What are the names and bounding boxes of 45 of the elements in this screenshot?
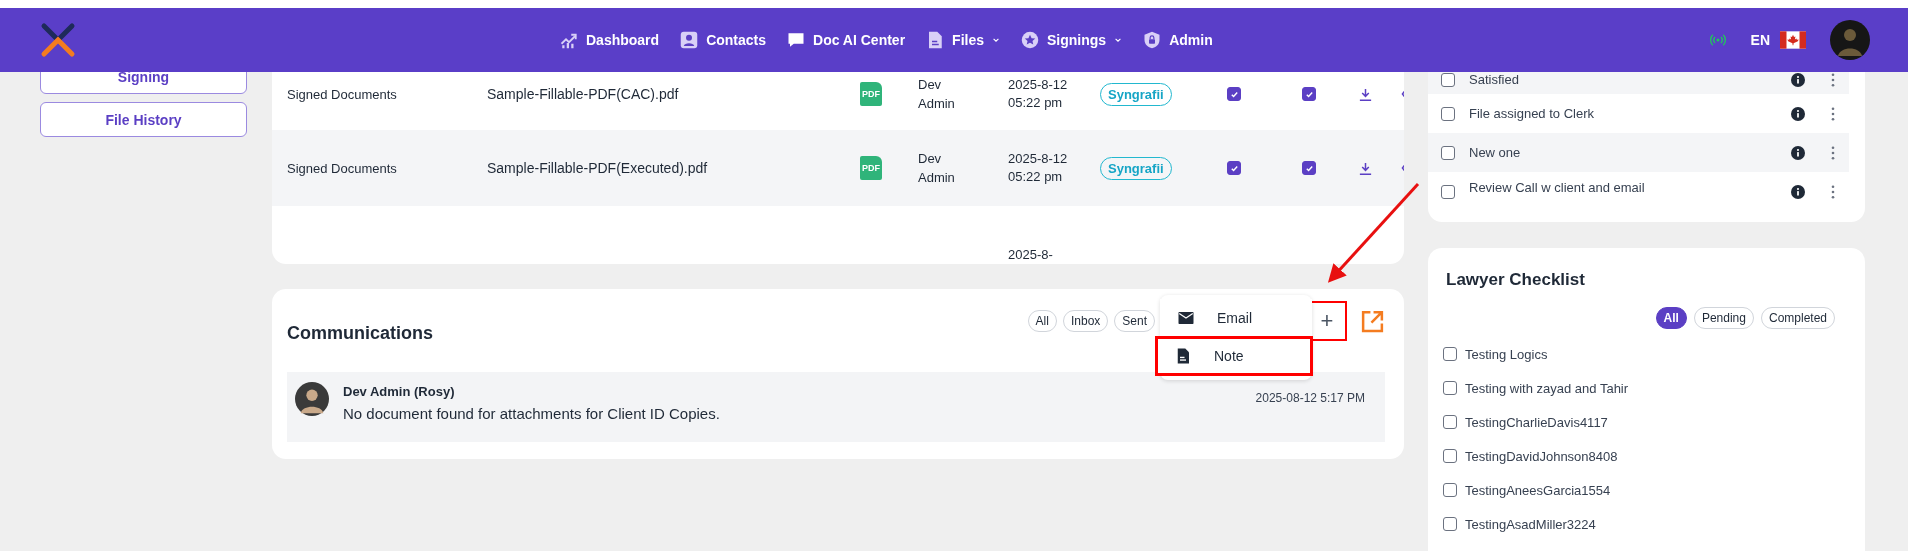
nav-link[interactable]: Files (926, 31, 1000, 49)
message-time: 2025-08-12 5:17 PM (1255, 391, 1365, 405)
category-cell: Signed Documents (287, 86, 397, 102)
file-name-cell: Sample-Fillable-PDF(Executed).pdf (487, 160, 708, 176)
panel-title: Communications (287, 322, 433, 344)
filter-pill[interactable]: Completed (1760, 307, 1835, 329)
nav-link[interactable]: Signings (1021, 31, 1123, 49)
file-name-cell: Sample-Fillable-PDF(CAC).pdf (487, 86, 679, 102)
nav-link[interactable]: Admin (1143, 31, 1213, 49)
filter-pill[interactable]: Sent (1114, 310, 1155, 332)
filter-pill[interactable]: Inbox (1062, 310, 1109, 332)
menu-item[interactable]: Email (1160, 299, 1312, 336)
checklist-label: TestingCharlieDavis4117 (1465, 414, 1608, 430)
pdf-file-icon: PDF (860, 82, 882, 106)
pdf-file-icon: PDF (860, 156, 882, 180)
checklist-label: Testing Logics (1465, 346, 1548, 362)
category-cell: Signed Documents (287, 160, 397, 176)
task-label: Satisfied (1469, 72, 1520, 87)
filter-pill[interactable]: Pending (1693, 307, 1754, 329)
checklist-label: TestingAneesGarcia1554 (1465, 482, 1611, 498)
task-label: Review Call w client and email (1469, 180, 1646, 195)
date-cell-text: 2025-8- (1008, 246, 1054, 264)
message-text: No document found for attachments for Client ID Copies. (343, 405, 720, 422)
checklist-label: TestingAsadMiller3224 (1465, 516, 1596, 532)
checklist-label: TestingDavidJohnson8408 (1465, 448, 1618, 464)
filter-pill[interactable]: All (1655, 307, 1687, 329)
checklist-label: Testing with zayad and Tahir (1465, 380, 1629, 396)
language-selector[interactable]: EN (1750, 32, 1770, 48)
uploader-cell-text: Dev Admin (918, 76, 956, 113)
uploader-cell-text: Dev Admin (918, 150, 956, 187)
side-button[interactable]: File History (40, 102, 247, 137)
menu-label: Email (1217, 309, 1252, 326)
date-cell-text: 2025-8-12 05:22 pm (1008, 150, 1069, 186)
filter-pill[interactable]: All (1027, 310, 1057, 332)
task-label: New one (1469, 145, 1522, 160)
menu-item[interactable]: Note (1155, 336, 1313, 376)
menu-label: Note (1214, 348, 1244, 364)
nav-link[interactable]: Doc AI Center (787, 31, 906, 49)
card-title: Lawyer Checklist (1446, 270, 1586, 290)
task-label: File assigned to Clerk (1469, 106, 1595, 121)
date-cell-text: 2025-8-12 05:22 pm (1008, 76, 1069, 112)
nav-link[interactable]: Dashboard (560, 31, 660, 49)
side-button[interactable]: Signing (40, 72, 247, 94)
nav-link[interactable]: Contacts (680, 31, 767, 49)
message-author: Dev Admin (Rosy) (343, 384, 456, 399)
